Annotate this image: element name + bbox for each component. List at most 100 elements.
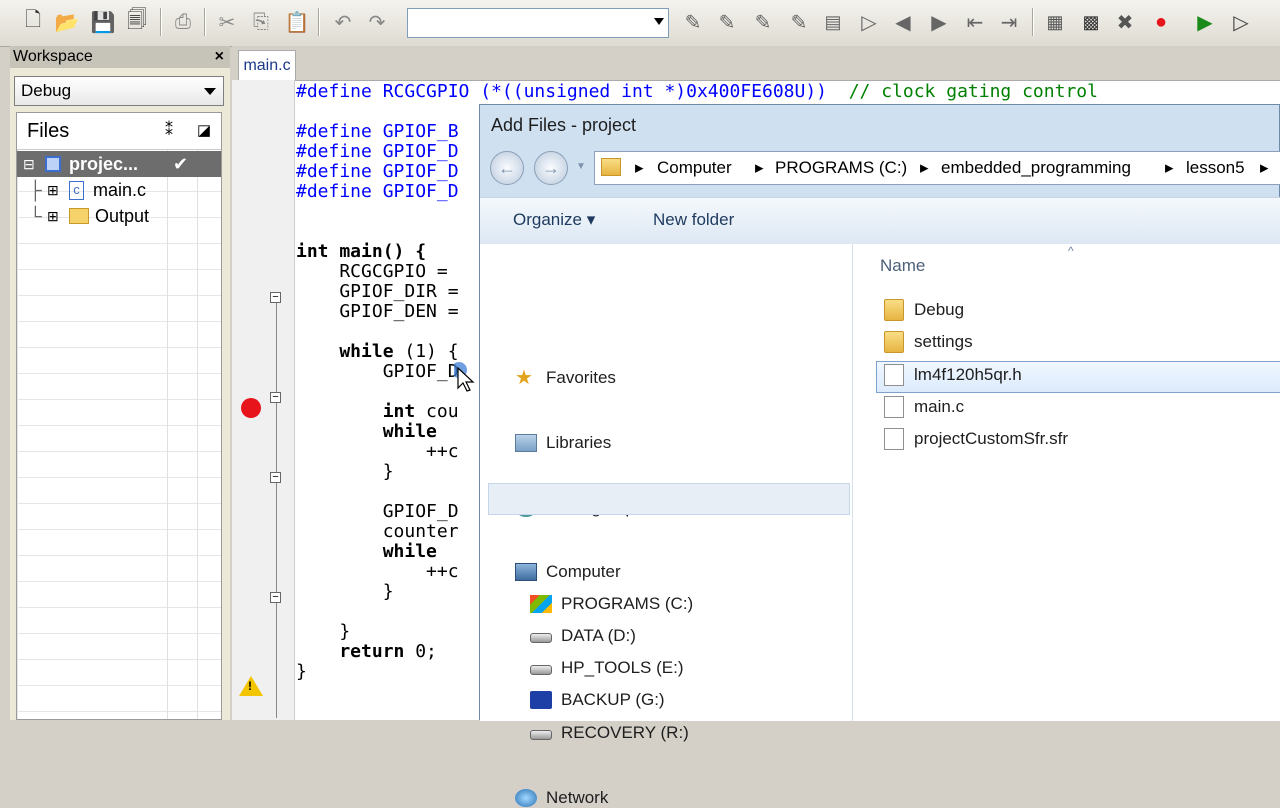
build-status-column-icon[interactable]: ⁑	[165, 113, 173, 149]
collapse-icon[interactable]: ⊟	[23, 151, 35, 177]
editor-gutter[interactable]: − − − − !	[232, 80, 295, 720]
code-keyword: int	[296, 401, 416, 422]
star-icon: ★	[515, 367, 533, 389]
nav-favorites[interactable]: ★ Favorites	[515, 368, 616, 388]
toolbar-separator	[160, 8, 162, 36]
breakpoint-icon[interactable]	[241, 398, 261, 418]
cut-icon[interactable]: ✂	[214, 9, 240, 35]
nav-drive-r[interactable]: RECOVERY (R:)	[530, 723, 689, 743]
breadcrumb-separator[interactable]: ▸	[920, 152, 929, 184]
find-icon[interactable]: ▤	[820, 9, 846, 35]
code-line: #define RCGCGPIO (*((unsigned int *)0x40…	[296, 81, 828, 102]
nav-drive-g[interactable]: BACKUP (G:)	[530, 690, 665, 710]
code-line: #define GPIOF_D	[296, 141, 459, 162]
nav-drive-d[interactable]: DATA (D:)	[530, 626, 636, 646]
tree-item-project[interactable]: ⊟ projec... ✔	[17, 151, 221, 177]
new-folder-button[interactable]: New folder	[653, 210, 734, 230]
close-icon[interactable]: ×	[215, 46, 224, 68]
code-text: (1) {	[393, 341, 459, 362]
file-item-sfr[interactable]: projectCustomSfr.sfr	[884, 428, 1068, 450]
toggle-bookmark-icon[interactable]: ✎	[680, 9, 706, 35]
nav-drive-e[interactable]: HP_TOOLS (E:)	[530, 658, 684, 678]
code-line: }	[296, 461, 394, 482]
code-line: #define GPIOF_D	[296, 181, 459, 202]
nav-label: HP_TOOLS (E:)	[561, 658, 684, 677]
undo-icon[interactable]: ↶	[330, 9, 356, 35]
forward-button[interactable]: →	[534, 151, 568, 185]
expand-icon[interactable]: ⊞	[47, 177, 59, 203]
chevron-down-icon[interactable]: ▼	[576, 161, 586, 172]
tab-main-c[interactable]: main.c	[238, 50, 296, 81]
print-icon[interactable]: ⎙	[170, 9, 196, 35]
prev-bookmark-icon[interactable]: ✎	[750, 9, 776, 35]
nav-computer[interactable]: Computer	[515, 562, 621, 582]
new-file-icon[interactable]: 🗋	[20, 9, 46, 35]
address-bar[interactable]: ▸ Computer ▸ PROGRAMS (C:) ▸ embedded_pr…	[594, 151, 1280, 185]
document-icon	[884, 396, 904, 418]
file-item-header[interactable]: lm4f120h5qr.h	[884, 364, 1022, 386]
redo-icon[interactable]: ↷	[364, 9, 390, 35]
nav-network[interactable]: Network	[515, 788, 608, 808]
fold-collapse-icon[interactable]: −	[270, 472, 281, 483]
project-label: projec...	[69, 154, 139, 174]
fold-collapse-icon[interactable]: −	[270, 292, 281, 303]
breadcrumb-separator[interactable]: ▸	[1260, 152, 1269, 184]
toggle-breakpoint-icon[interactable]: ●	[1148, 9, 1174, 35]
workspace-title: Workspace	[13, 48, 93, 65]
breadcrumb-separator[interactable]: ▸	[635, 152, 644, 184]
fold-collapse-icon[interactable]: −	[270, 592, 281, 603]
open-folder-icon[interactable]: 📂	[54, 9, 80, 35]
breadcrumb-computer[interactable]: Computer	[657, 152, 732, 184]
warning-icon: !	[239, 676, 263, 696]
tree-item-main-c[interactable]: ├ ⊞ c main.c	[17, 177, 221, 203]
dialog-navigation-bar: ← → ▼ ▸ Computer ▸ PROGRAMS (C:) ▸ embed…	[480, 145, 1280, 191]
paste-icon[interactable]: 📋	[284, 9, 310, 35]
organize-button[interactable]: Organize ▾	[513, 210, 595, 230]
back-button[interactable]: ←	[490, 151, 524, 185]
expand-icon[interactable]: ⊞	[47, 203, 59, 229]
options-column-icon[interactable]: ◪	[197, 113, 211, 149]
column-header-name[interactable]: Name	[880, 256, 925, 276]
project-icon	[45, 156, 61, 172]
file-list-pane: ^ Name Debug settings lm4f120h5qr.h main…	[853, 244, 1280, 721]
copy-icon[interactable]: ⎘	[248, 9, 274, 35]
nav-libraries[interactable]: Libraries	[515, 433, 611, 453]
breadcrumb-lesson5[interactable]: lesson5	[1186, 152, 1245, 184]
stop-build-icon[interactable]: ✖	[1112, 9, 1138, 35]
file-name: Debug	[914, 300, 965, 319]
dialog-command-bar: Organize ▾ New folder	[480, 197, 1280, 245]
save-all-icon[interactable]: 🗐	[124, 9, 150, 35]
file-item-main-c[interactable]: main.c	[884, 396, 964, 418]
outdent-icon[interactable]: ⇥	[996, 9, 1022, 35]
nav-label: DATA (D:)	[561, 626, 636, 645]
chevron-down-icon[interactable]	[204, 88, 216, 95]
make-icon[interactable]: ▩	[1078, 9, 1104, 35]
compile-icon[interactable]: ▦	[1042, 9, 1068, 35]
breadcrumb-programs[interactable]: PROGRAMS (C:)	[775, 152, 907, 184]
configuration-select[interactable]: Debug	[14, 76, 224, 106]
nav-drive-c[interactable]: PROGRAMS (C:)	[530, 594, 693, 614]
code-line: GPIOF_DIR =	[296, 281, 459, 302]
debug-without-download-icon[interactable]: ▷	[1228, 9, 1254, 35]
next-bookmark-icon[interactable]: ✎	[714, 9, 740, 35]
go-to-line-icon[interactable]: ▷	[856, 9, 882, 35]
forward-icon[interactable]: ▶	[926, 9, 952, 35]
chevron-down-icon[interactable]	[654, 18, 664, 25]
file-name: main.c	[914, 397, 965, 416]
file-item-debug[interactable]: Debug	[884, 299, 964, 321]
indent-icon[interactable]: ⇤	[962, 9, 988, 35]
tree-item-output[interactable]: └ ⊞ Output	[17, 203, 221, 229]
dialog-title: Add Files - project	[491, 115, 637, 135]
clear-bookmarks-icon[interactable]: ✎	[786, 9, 812, 35]
breadcrumb-separator[interactable]: ▸	[1165, 152, 1174, 184]
breadcrumb-embedded-programming[interactable]: embedded_programming	[941, 152, 1131, 184]
code-line: ++c	[296, 561, 459, 582]
code-line: while	[296, 541, 437, 562]
back-icon[interactable]: ◀	[890, 9, 916, 35]
breadcrumb-separator[interactable]: ▸	[755, 152, 764, 184]
save-icon[interactable]: 💾	[90, 9, 116, 35]
find-combo[interactable]	[407, 8, 669, 38]
download-debug-icon[interactable]: ▶	[1192, 9, 1218, 35]
file-item-settings[interactable]: settings	[884, 331, 973, 353]
fold-collapse-icon[interactable]: −	[270, 392, 281, 403]
